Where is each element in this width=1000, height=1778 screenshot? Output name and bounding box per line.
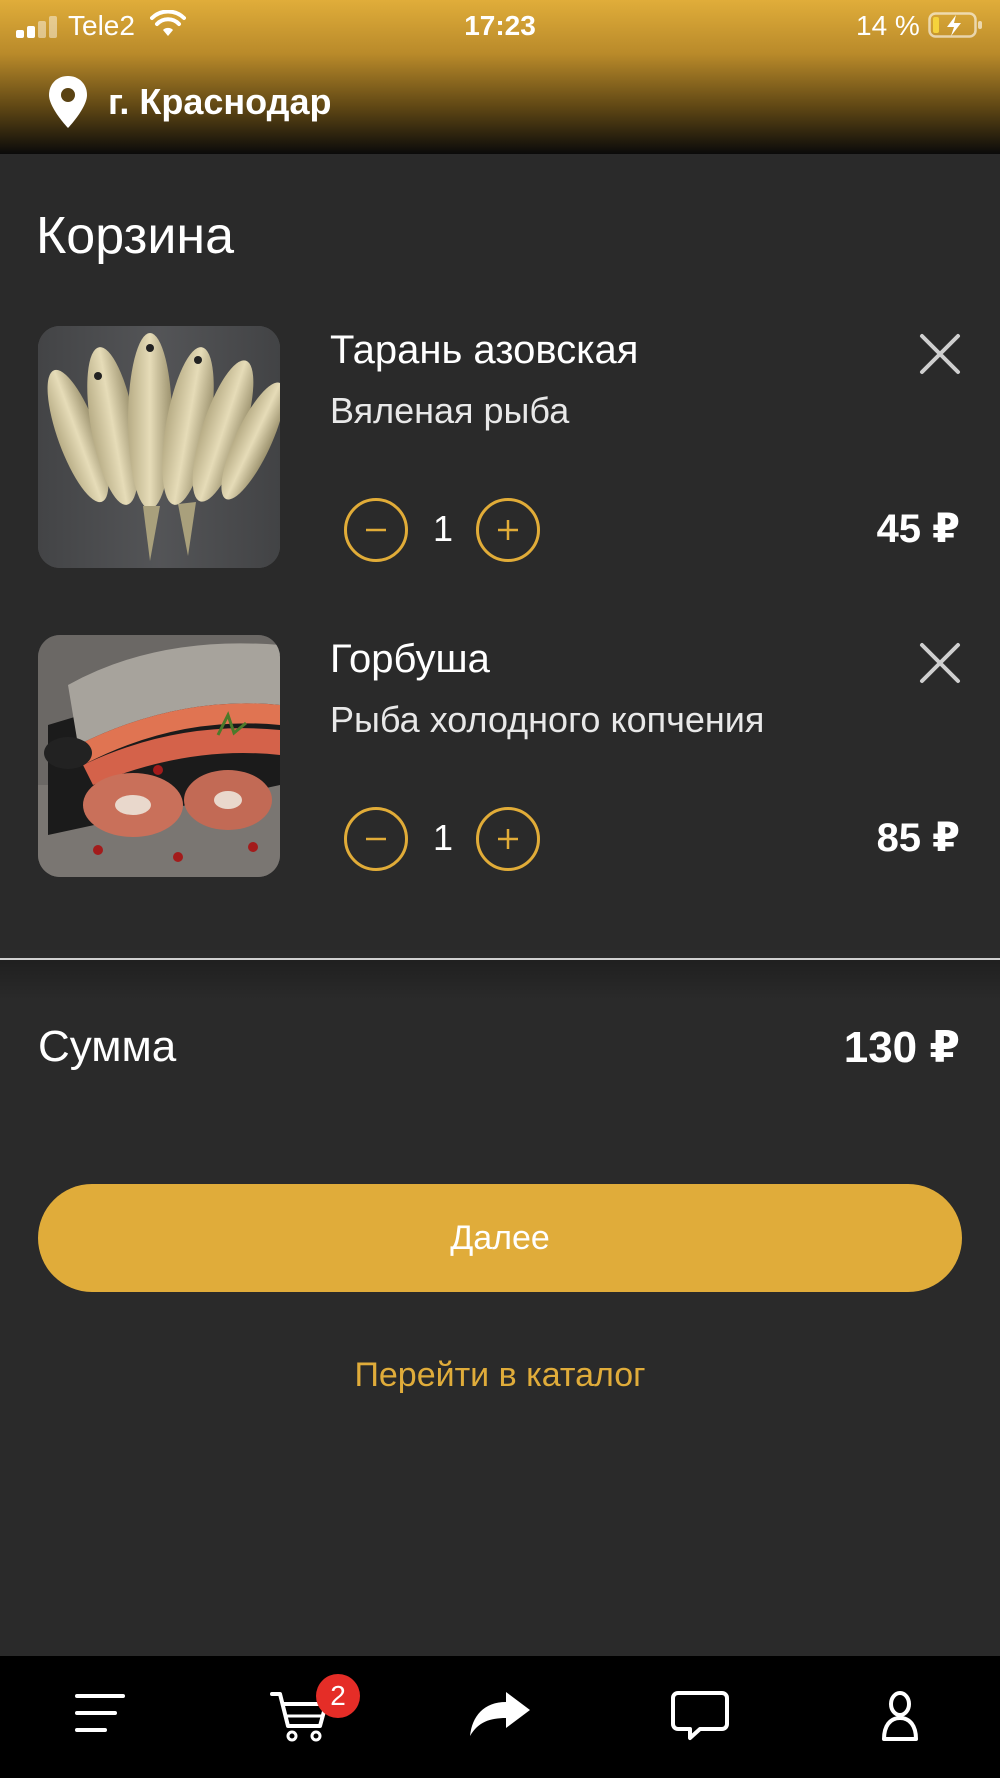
minus-icon xyxy=(366,837,386,841)
sum-label: Сумма xyxy=(38,1022,177,1071)
map-pin-icon xyxy=(49,76,87,128)
remove-item-button[interactable] xyxy=(918,332,962,376)
product-image-gorbusha xyxy=(38,635,280,877)
decrease-quantity-button[interactable] xyxy=(344,807,408,871)
product-image-taran xyxy=(38,326,280,568)
menu-icon xyxy=(75,1694,125,1732)
plus-icon xyxy=(498,520,518,540)
location-selector[interactable]: г. Краснодар xyxy=(46,74,332,130)
share-icon xyxy=(470,1692,530,1736)
tab-share[interactable] xyxy=(400,1656,600,1778)
increase-quantity-button[interactable] xyxy=(476,498,540,562)
bottom-tab-bar: 2 xyxy=(0,1656,1000,1778)
minus-icon xyxy=(366,528,386,532)
item-name: Горбуша xyxy=(330,637,490,681)
tab-menu[interactable] xyxy=(0,1656,200,1778)
chat-icon xyxy=(671,1691,729,1740)
next-button[interactable]: Далее xyxy=(38,1184,962,1292)
decrease-quantity-button[interactable] xyxy=(344,498,408,562)
item-quantity: 1 xyxy=(432,817,454,858)
cart-count-badge: 2 xyxy=(316,1674,360,1718)
cart-screen: Tele2 17:23 14 % г. Краснодар Корзина Та… xyxy=(0,0,1000,1778)
cart-item: Тарань азовская Вяленая рыба 1 45 ₽ xyxy=(0,326,1000,576)
item-price: 45 ₽ xyxy=(876,507,960,551)
remove-item-button[interactable] xyxy=(918,641,962,685)
battery-percent: 14 % xyxy=(856,10,920,41)
item-subtitle: Вяленая рыба xyxy=(330,390,570,431)
app-header: Tele2 17:23 14 % г. Краснодар xyxy=(0,0,1000,154)
status-time: 17:23 xyxy=(464,10,536,41)
battery-charging-icon xyxy=(928,12,982,38)
item-price: 85 ₽ xyxy=(876,816,960,860)
tab-cart[interactable]: 2 xyxy=(200,1656,400,1778)
city-name: г. Краснодар xyxy=(108,81,332,122)
page-title: Корзина xyxy=(36,207,235,265)
plus-icon xyxy=(498,829,518,849)
tab-profile[interactable] xyxy=(800,1656,1000,1778)
tab-chat[interactable] xyxy=(600,1656,800,1778)
profile-icon xyxy=(882,1691,918,1741)
item-subtitle: Рыба холодного копчения xyxy=(330,699,765,740)
item-name: Тарань азовская xyxy=(330,328,639,372)
increase-quantity-button[interactable] xyxy=(476,807,540,871)
cart-item: Горбуша Рыба холодного копчения 1 85 ₽ xyxy=(0,635,1000,885)
sum-total: 130 ₽ xyxy=(843,1023,960,1072)
item-quantity: 1 xyxy=(432,508,454,549)
go-to-catalog-link[interactable]: Перейти в каталог xyxy=(0,1356,1000,1395)
status-bar: Tele2 17:23 14 % xyxy=(0,0,1000,50)
